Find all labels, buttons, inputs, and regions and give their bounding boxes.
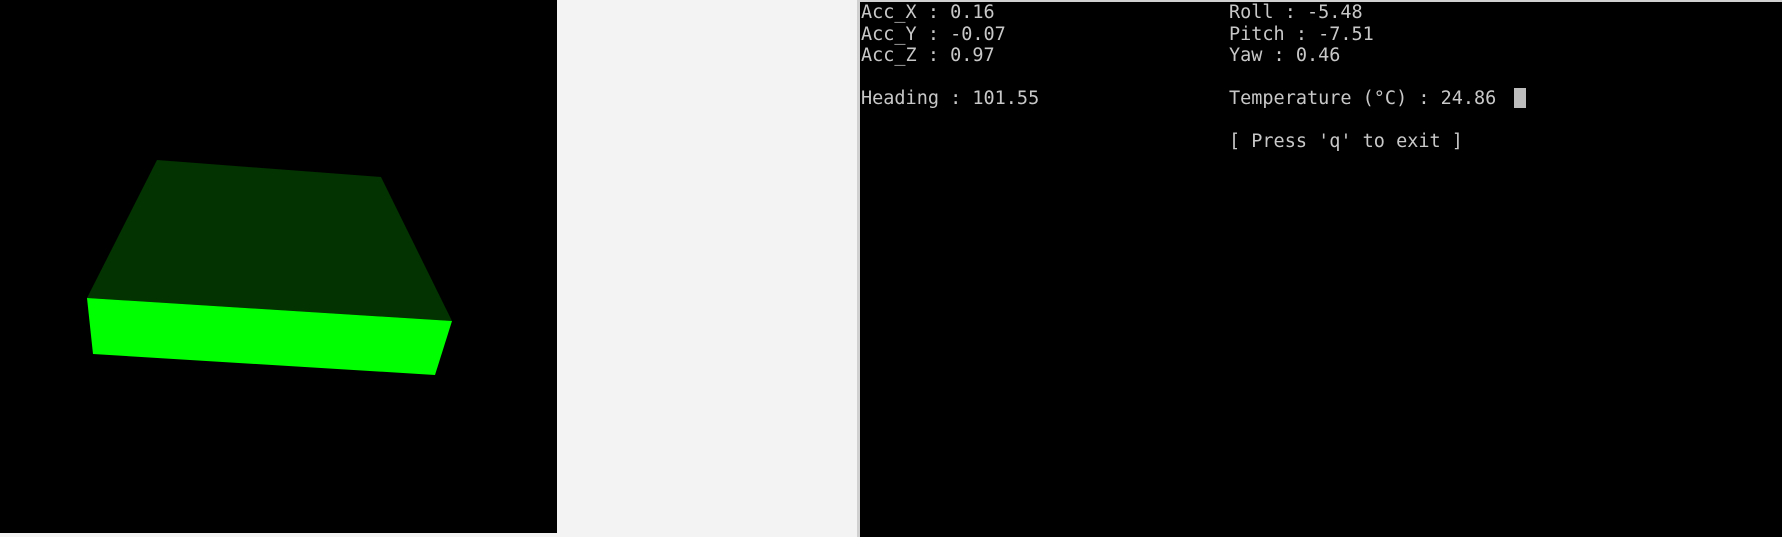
acc-z-readout: Acc_Z : 0.97	[861, 45, 995, 66]
temperature-readout: Temperature (°C) : 24.86	[1229, 88, 1497, 109]
acc-x-readout: Acc_X : 0.16	[861, 2, 995, 23]
box-top-face	[87, 160, 452, 321]
heading-readout: Heading : 101.55	[861, 88, 1040, 109]
yaw-readout: Yaw : 0.46	[1229, 45, 1341, 66]
temperature-line: Temperature (°C) : 24.86	[1229, 88, 1527, 110]
terminal-cursor	[1514, 88, 1527, 108]
orientation-box-canvas	[87, 160, 452, 375]
exit-hint: [ Press 'q' to exit ]	[1229, 131, 1463, 152]
terminal-window[interactable]: Acc_X : 0.16 Acc_Y : -0.07 Acc_Z : 0.97 …	[860, 2, 1782, 537]
orientation-3d-viewer	[0, 0, 557, 533]
blank-divider-area	[557, 0, 857, 537]
roll-readout: Roll : -5.48	[1229, 2, 1363, 23]
acc-y-readout: Acc_Y : -0.07	[861, 23, 1006, 45]
pitch-readout: Pitch : -7.51	[1229, 23, 1374, 45]
